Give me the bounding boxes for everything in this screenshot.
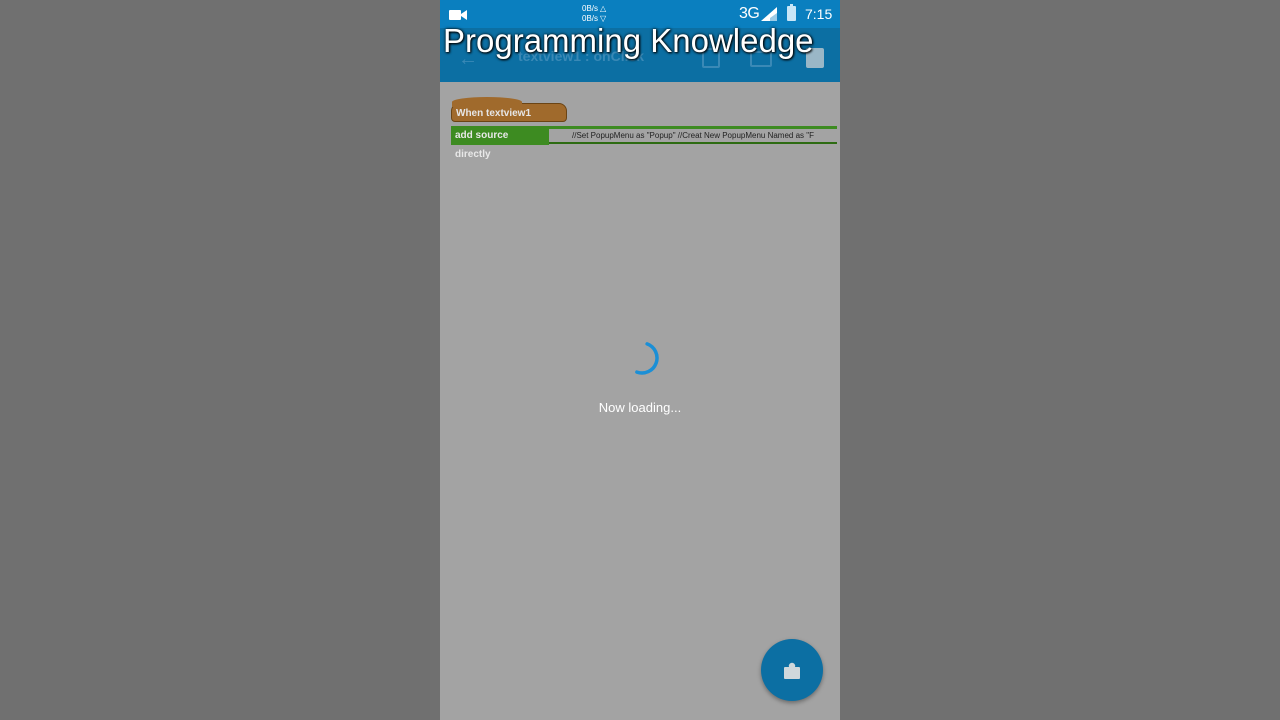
net-up-speed: 0B/s — [582, 4, 599, 13]
phone-screen: 0B/s △ 0B/s ▽ 3G 7:15 ← textview1 : onClic… — [440, 0, 840, 720]
puzzle-piece-icon — [782, 660, 802, 685]
add-block-fab[interactable] — [761, 639, 823, 701]
add-source-block[interactable]: add source directly //Set PopupMenu as "… — [451, 126, 837, 160]
loading-text: Now loading... — [598, 400, 682, 415]
add-source-code: //Set PopupMenu as "Popup" //Creat New P… — [572, 131, 814, 140]
network-speed: 0B/s △ 0B/s ▽ — [582, 4, 606, 24]
add-source-label: add source directly — [451, 126, 549, 160]
battery-icon — [787, 4, 796, 21]
clock: 7:15 — [805, 6, 833, 22]
upload-triangle-icon: △ — [600, 4, 607, 13]
network-type: 3G — [739, 5, 760, 22]
event-block[interactable]: When textview1 clicked — [451, 97, 567, 138]
channel-watermark: Programming Knowledge — [443, 22, 814, 59]
loading-spinner-icon — [621, 337, 663, 379]
